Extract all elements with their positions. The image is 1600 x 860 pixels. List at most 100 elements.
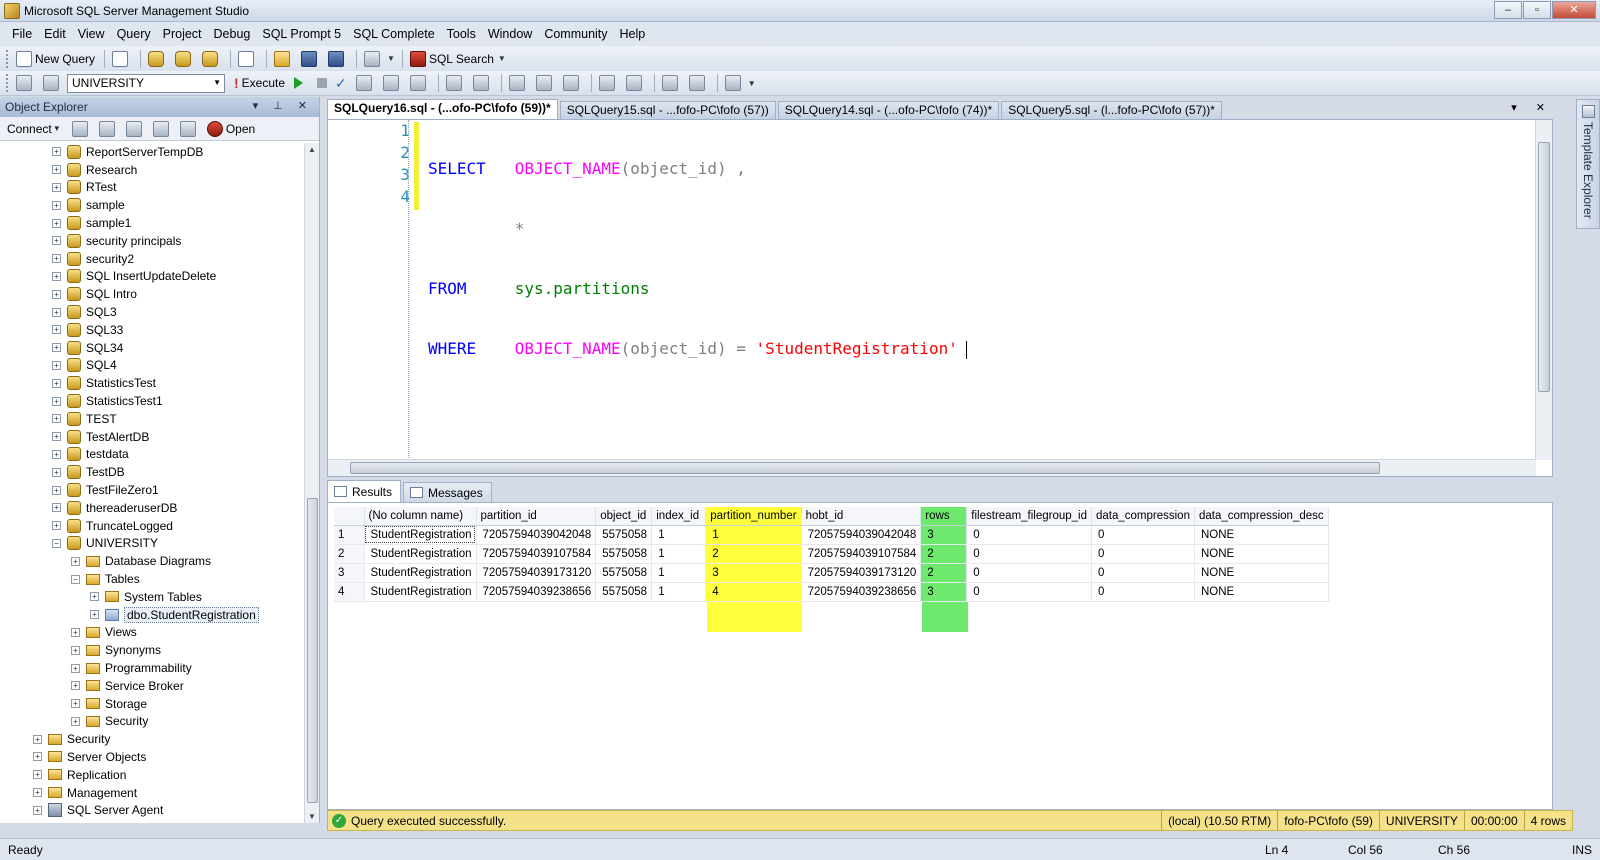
specify-template-values-button[interactable]: [722, 73, 747, 93]
grid-cell[interactable]: 1: [651, 582, 707, 602]
tree-node[interactable]: + StatisticsTest: [0, 374, 305, 392]
menu-project[interactable]: Project: [157, 23, 208, 45]
scroll-down-icon[interactable]: ▼: [308, 812, 316, 821]
expand-icon[interactable]: +: [33, 752, 42, 762]
expand-icon[interactable]: +: [52, 236, 61, 246]
row-number[interactable]: 1: [334, 525, 365, 545]
scrollbar-thumb[interactable]: [1538, 142, 1550, 392]
db-engine-query-button[interactable]: [145, 49, 170, 69]
expand-icon[interactable]: +: [90, 610, 99, 620]
expand-icon[interactable]: +: [52, 165, 61, 175]
menu-help[interactable]: Help: [614, 23, 652, 45]
grid-cell[interactable]: 2: [920, 563, 968, 583]
grid-cell[interactable]: 3: [920, 525, 968, 545]
grid-cell[interactable]: NONE: [1194, 563, 1329, 583]
results-to-grid-button[interactable]: [533, 73, 558, 93]
actual-plan-button[interactable]: [470, 73, 495, 93]
column-header[interactable]: index_id: [651, 507, 707, 526]
row-number[interactable]: 2: [334, 544, 365, 564]
menu-file[interactable]: File: [6, 23, 38, 45]
connect-object-explorer-button[interactable]: [69, 119, 94, 139]
display-plan-button[interactable]: [353, 73, 378, 93]
uncomment-button[interactable]: [623, 73, 648, 93]
tab-sqlquery15[interactable]: SQLQuery15.sql - ...fofo-PC\fofo (57)): [559, 101, 776, 119]
sql-search-toolbar-dropdown[interactable]: ▼: [498, 54, 506, 63]
results-to-text-button[interactable]: [506, 73, 531, 93]
expand-icon[interactable]: +: [52, 521, 61, 531]
tree-node[interactable]: + TEST: [0, 410, 305, 428]
tree-node[interactable]: + sample1: [0, 214, 305, 232]
tree-node[interactable]: + ReportServerTempDB: [0, 143, 305, 161]
grid-cell[interactable]: 1: [651, 525, 707, 545]
expand-icon[interactable]: +: [52, 200, 61, 210]
save-button[interactable]: [298, 49, 323, 69]
grid-cell[interactable]: 0: [966, 582, 1092, 602]
column-header[interactable]: partition_id: [476, 507, 597, 526]
expand-icon[interactable]: +: [52, 467, 61, 477]
tree-node[interactable]: + Management: [0, 784, 305, 802]
expand-icon[interactable]: +: [33, 788, 42, 798]
column-header[interactable]: rows: [920, 507, 968, 526]
grid-cell[interactable]: 72057594039107584: [476, 544, 597, 564]
tree-node[interactable]: + Storage: [0, 695, 305, 713]
tree-node[interactable]: + TestFileZero1: [0, 481, 305, 499]
expand-icon[interactable]: +: [90, 592, 99, 602]
expand-icon[interactable]: +: [52, 414, 61, 424]
grid-cell[interactable]: 72057594039107584: [801, 544, 922, 564]
intellisense-button[interactable]: [443, 73, 468, 93]
expand-icon[interactable]: +: [71, 645, 80, 655]
column-header[interactable]: filestream_filegroup_id: [966, 507, 1092, 526]
xmla-query-button[interactable]: [235, 49, 260, 69]
tree-node[interactable]: + sample: [0, 196, 305, 214]
grid-cell[interactable]: 72057594039042048: [476, 525, 597, 545]
grid-cell[interactable]: 72057594039238656: [801, 582, 922, 602]
tree-node[interactable]: − UNIVERSITY: [0, 535, 305, 553]
grid-cell[interactable]: 72057594039173120: [476, 563, 597, 583]
tree-node[interactable]: + SQL33: [0, 321, 305, 339]
grid-cell[interactable]: 2: [920, 544, 968, 564]
scroll-up-icon[interactable]: ▲: [308, 145, 316, 154]
tree-node[interactable]: + dbo.StudentRegistration: [0, 606, 305, 624]
expand-icon[interactable]: +: [71, 699, 80, 709]
tab-sqlquery14[interactable]: SQLQuery14.sql - (...ofo-PC\fofo (74))*: [777, 101, 1000, 119]
refresh-button[interactable]: [177, 119, 202, 139]
open-button[interactable]: Open: [204, 119, 258, 139]
grid-cell[interactable]: 0: [966, 563, 1092, 583]
toolbar-options-dropdown[interactable]: ▼: [387, 54, 395, 63]
expand-icon[interactable]: +: [33, 805, 42, 815]
query-editor[interactable]: 1 2 3 4 SELECT OBJECT_NAME(object_id) , …: [327, 119, 1553, 477]
grid-cell[interactable]: NONE: [1194, 582, 1329, 602]
menu-edit[interactable]: Edit: [38, 23, 72, 45]
execute-button[interactable]: ! Execute: [231, 73, 288, 93]
maximize-button[interactable]: ▫: [1523, 1, 1551, 19]
tree-node[interactable]: + security principals: [0, 232, 305, 250]
column-header[interactable]: (No column name): [364, 507, 477, 526]
grid-cell[interactable]: 1: [651, 563, 707, 583]
activity-monitor-button[interactable]: [361, 49, 386, 69]
expand-icon[interactable]: +: [52, 271, 61, 281]
expand-icon[interactable]: +: [71, 556, 80, 566]
menu-sql-complete[interactable]: SQL Complete: [347, 23, 441, 45]
toolbar-grip[interactable]: [6, 49, 9, 68]
collapse-icon[interactable]: −: [71, 574, 80, 584]
tree-node[interactable]: + Security: [0, 730, 305, 748]
connect-button[interactable]: [13, 73, 38, 93]
grid-cell[interactable]: StudentRegistration: [364, 544, 477, 564]
grid-cell[interactable]: 0: [1091, 525, 1195, 545]
object-explorer-scrollbar[interactable]: ▲ ▼: [304, 143, 319, 823]
grid-cell[interactable]: 3: [920, 582, 968, 602]
tree-node[interactable]: + TestDB: [0, 463, 305, 481]
expand-icon[interactable]: +: [52, 147, 61, 157]
expand-icon[interactable]: +: [52, 432, 61, 442]
tree-node[interactable]: + thereaderuserDB: [0, 499, 305, 517]
tree-node[interactable]: − Tables: [0, 570, 305, 588]
tree-node[interactable]: + Views: [0, 624, 305, 642]
expand-icon[interactable]: +: [52, 343, 61, 353]
connect-dropdown-button[interactable]: Connect ▼: [4, 119, 67, 139]
tab-sqlquery16[interactable]: SQLQuery16.sql - (...ofo-PC\fofo (59))*: [327, 99, 558, 119]
menu-sql-prompt[interactable]: SQL Prompt 5: [256, 23, 347, 45]
new-file-button[interactable]: [109, 49, 134, 69]
tree-node[interactable]: + testdata: [0, 446, 305, 464]
toolbar-grip[interactable]: [6, 74, 9, 92]
column-header[interactable]: [334, 507, 365, 526]
